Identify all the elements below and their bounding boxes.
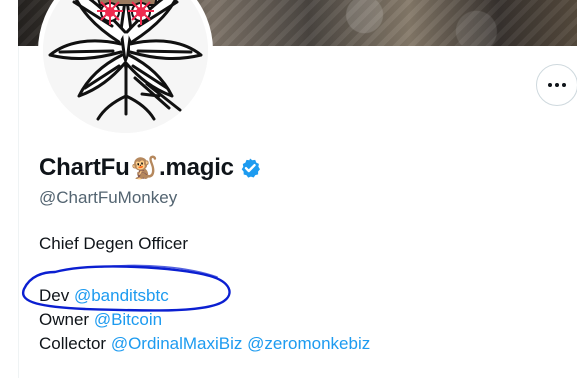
profile-page: ChartFu 🐒 .magic @ChartFuMonkey Chief De… bbox=[0, 0, 577, 378]
mention-banditsbtc-link[interactable]: @banditsbtc bbox=[74, 286, 169, 305]
bio-label-collector: Collector bbox=[39, 334, 107, 353]
bio-line-owner: Owner @Bitcoin bbox=[39, 310, 162, 330]
mention-bitcoin-link[interactable]: @Bitcoin bbox=[94, 310, 162, 329]
bio-title: Chief Degen Officer bbox=[39, 234, 188, 253]
avatar-ring bbox=[38, 0, 213, 138]
more-horizontal-icon bbox=[548, 83, 566, 87]
mention-ordinalmaxibiz-link[interactable]: @OrdinalMaxiBiz bbox=[111, 334, 243, 353]
verified-badge-icon[interactable] bbox=[239, 157, 261, 179]
profile-name-part-one: ChartFu bbox=[39, 154, 130, 181]
column-divider bbox=[18, 46, 19, 378]
monkey-emoji-icon: 🐒 bbox=[130, 155, 158, 180]
bio-line-dev: Dev @banditsbtc bbox=[39, 286, 169, 306]
more-dot bbox=[555, 83, 559, 87]
more-options-button[interactable] bbox=[536, 64, 577, 106]
bio-label-dev: Dev bbox=[39, 286, 70, 305]
more-dot bbox=[562, 83, 566, 87]
bio-label-owner: Owner bbox=[39, 310, 90, 329]
profile-name: ChartFu 🐒 .magic bbox=[39, 153, 261, 183]
more-dot bbox=[548, 83, 552, 87]
mention-zeromonkebiz-link[interactable]: @zeromonkebiz bbox=[247, 334, 370, 353]
profile-handle: @ChartFuMonkey bbox=[39, 188, 178, 207]
profile-name-part-two: .magic bbox=[159, 154, 234, 181]
cannabis-leaf-avatar[interactable] bbox=[43, 0, 208, 133]
bio-line-collector: Collector @OrdinalMaxiBiz @zeromonkebiz bbox=[39, 334, 370, 354]
